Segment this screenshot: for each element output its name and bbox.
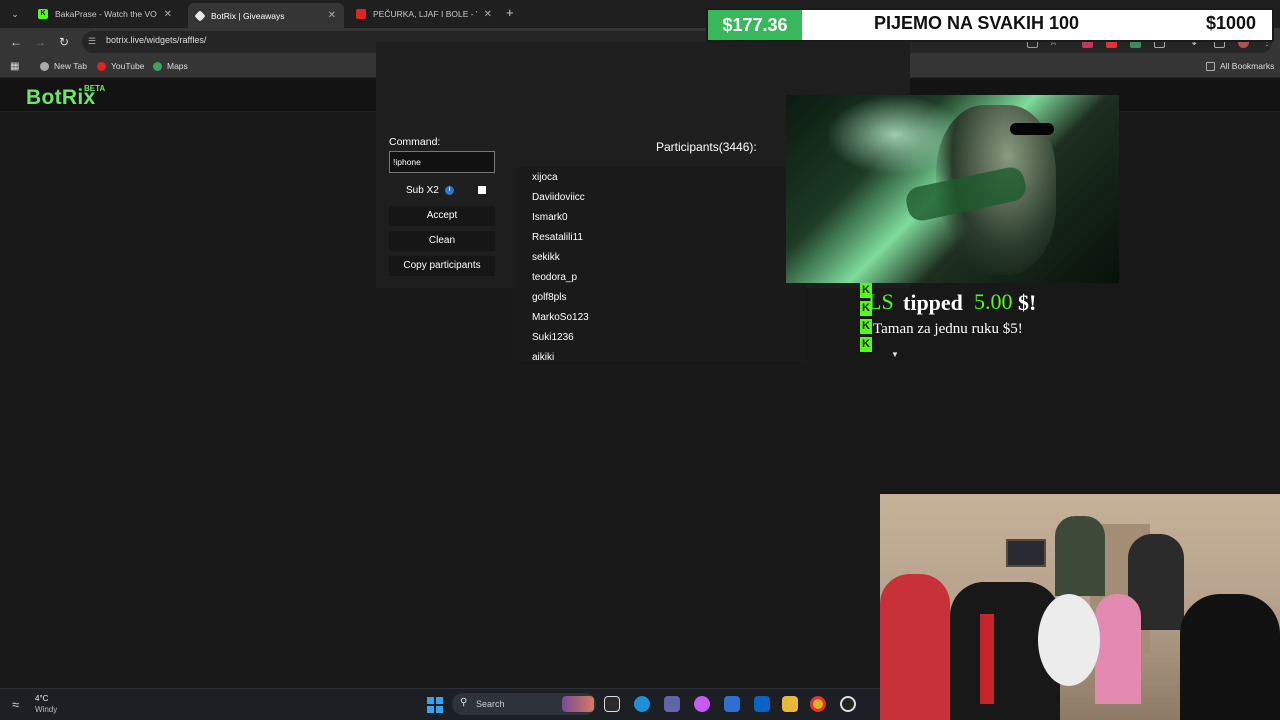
list-item: aikiki xyxy=(532,352,555,362)
donation-goal-amount: $1000 xyxy=(1206,13,1257,33)
maps-icon xyxy=(153,61,162,71)
tip-word: tipped xyxy=(903,290,963,315)
file-explorer-icon[interactable] xyxy=(782,696,798,712)
new-tab-button[interactable]: + xyxy=(506,5,514,20)
list-item: xijoca xyxy=(532,172,558,183)
list-item: Daviidoviicc xyxy=(532,192,585,203)
participants-title: Participants(3446): xyxy=(656,140,757,154)
botrix-icon xyxy=(194,9,206,22)
weather-wind-icon[interactable]: ≈ xyxy=(12,697,19,712)
list-item: MarkoSo123 xyxy=(532,312,589,323)
teams-icon[interactable] xyxy=(664,696,680,712)
chrome-icon[interactable] xyxy=(810,696,826,712)
webcam-overlay xyxy=(880,494,1280,720)
list-item: Resatalili11 xyxy=(532,232,583,243)
weather-temperature[interactable]: 4°C xyxy=(35,694,48,703)
list-item: Suki1236 xyxy=(532,332,574,343)
store-icon[interactable] xyxy=(724,696,740,712)
copilot-icon[interactable] xyxy=(694,696,710,712)
list-item: sekikk xyxy=(532,252,560,263)
webcam-picture-frame xyxy=(1006,539,1046,567)
youtube-icon xyxy=(356,9,366,19)
video-overlay xyxy=(786,95,1119,283)
bookmark-label: New Tab xyxy=(54,61,87,71)
weather-description[interactable]: Windy xyxy=(35,705,57,714)
search-highlight-image xyxy=(562,696,594,712)
globe-icon xyxy=(40,61,49,71)
webcam-chair-stripe xyxy=(980,614,994,704)
video-sunglasses xyxy=(1010,123,1054,135)
tab-youtube-video[interactable]: PEČURKA, LJAF I BOLE - VOSTO ✕ xyxy=(348,3,500,25)
close-icon[interactable]: ✕ xyxy=(164,9,172,20)
list-item: Ismark0 xyxy=(532,212,568,223)
webcam-person xyxy=(1180,594,1280,720)
tip-amount: 5.00 xyxy=(974,289,1013,314)
site-settings-icon[interactable]: ☰ xyxy=(88,36,96,47)
tab-label: PEČURKA, LJAF I BOLE - VOSTO xyxy=(373,9,477,19)
youtube-icon xyxy=(97,61,106,71)
list-item: golf8pls xyxy=(532,292,567,303)
tab-label: BakaPrase - Watch the VOD on xyxy=(55,9,157,19)
bookmark-label: YouTube xyxy=(111,61,145,71)
beta-badge: BETA xyxy=(84,84,106,93)
back-icon[interactable]: ← xyxy=(8,34,24,50)
bookmark-maps[interactable]: Maps xyxy=(153,61,188,71)
bookmark-youtube[interactable]: YouTube xyxy=(97,61,144,71)
webcam-person xyxy=(1055,516,1105,596)
bookmark-new-tab[interactable]: New Tab xyxy=(40,61,87,71)
outlook-icon[interactable] xyxy=(754,696,770,712)
tab-bakaprase[interactable]: K BakaPrase - Watch the VOD on ✕ xyxy=(30,3,180,25)
search-icon: ⚲ xyxy=(460,697,468,708)
sub-x2-label: Sub X2 xyxy=(406,185,439,196)
webcam-person xyxy=(880,574,950,720)
edge-icon[interactable] xyxy=(634,696,650,712)
kick-icon: K xyxy=(38,9,48,19)
tab-botrix[interactable]: BotRix | Giveaways ✕ xyxy=(188,3,344,28)
command-label: Command: xyxy=(389,136,441,148)
forward-icon[interactable]: → xyxy=(32,34,48,50)
bookmark-label: Maps xyxy=(167,61,188,71)
donation-current: $177.36 xyxy=(708,10,802,40)
reload-icon[interactable]: ↻ xyxy=(56,34,72,50)
accept-button[interactable]: Accept xyxy=(389,206,495,226)
tip-currency: $! xyxy=(1018,290,1037,315)
kick-icon: K xyxy=(860,337,872,352)
windows-start-icon[interactable] xyxy=(427,697,443,713)
webcam-person xyxy=(1095,594,1141,704)
list-item: teodora_p xyxy=(532,272,578,283)
clean-button[interactable]: Clean xyxy=(389,231,495,251)
obs-icon[interactable] xyxy=(840,696,856,712)
close-icon[interactable]: ✕ xyxy=(328,10,336,21)
all-bookmarks-label: All Bookmarks xyxy=(1220,61,1275,71)
all-bookmarks-button[interactable]: All Bookmarks xyxy=(1206,61,1274,71)
sub-x2-checkbox[interactable] xyxy=(478,186,486,194)
task-view-icon[interactable] xyxy=(604,696,620,712)
command-input[interactable] xyxy=(389,151,495,173)
kick-icon: K xyxy=(860,319,872,334)
info-icon[interactable]: i xyxy=(445,186,454,195)
donation-goal-text: PIJEMO NA SVAKIH 100 xyxy=(874,13,1080,33)
caret-down-icon: ▼ xyxy=(891,350,899,359)
tip-message: Taman za jednu ruku $5! xyxy=(873,321,1023,337)
copy-participants-button[interactable]: Copy participants xyxy=(389,256,495,276)
tab-label: BotRix | Giveaways xyxy=(211,10,285,21)
taskbar-search-placeholder: Search xyxy=(476,699,505,709)
folder-icon xyxy=(1206,61,1215,71)
tip-username: LS xyxy=(868,289,894,314)
webcam-masked-person xyxy=(1038,594,1100,686)
apps-grid-icon[interactable]: ▦ xyxy=(10,61,19,72)
close-icon[interactable]: ✕ xyxy=(484,9,492,20)
url-text[interactable]: botrix.live/widgets/raffles/ xyxy=(106,35,206,45)
tab-search-chevron-icon[interactable]: ⌄ xyxy=(6,5,24,23)
